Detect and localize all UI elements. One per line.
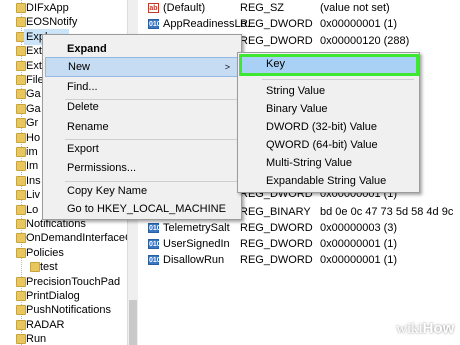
- folder-icon: [16, 219, 26, 229]
- folder-icon: [16, 334, 26, 345]
- folder-icon: [16, 161, 26, 172]
- folder-icon: [16, 204, 26, 215]
- menu-item-label: DWORD (32-bit) Value: [266, 121, 378, 133]
- folder-icon: [16, 132, 26, 143]
- folder-icon: [16, 247, 26, 258]
- submenu-item-string-value[interactable]: String Value: [240, 82, 417, 100]
- folder-icon: [16, 319, 26, 330]
- folder-icon: [30, 262, 40, 273]
- folder-icon: [16, 60, 26, 71]
- watermark-prefix: wiki: [396, 321, 423, 337]
- folder-icon: [16, 276, 26, 287]
- menu-item-label: Key: [266, 58, 285, 70]
- menu-item-goto-hklm[interactable]: Go to HKEY_LOCAL_MACHINE: [45, 199, 239, 219]
- string-value-icon: ab: [148, 3, 159, 13]
- folder-icon: [16, 190, 26, 201]
- value-row[interactable]: ab (Default) REG_SZ (value not set): [140, 0, 460, 16]
- value-name: UserSignedIn: [163, 238, 230, 250]
- value-type: REG_DWORD: [240, 254, 313, 266]
- menu-item-label: String Value: [266, 85, 326, 97]
- value-data: 0x00000003 (3): [320, 222, 398, 234]
- menu-item-rename[interactable]: Rename: [45, 117, 239, 137]
- folder-icon: [16, 46, 26, 57]
- value-name: DisallowRun: [163, 254, 225, 266]
- menu-item-label: Rename: [67, 121, 109, 133]
- scrollbar-thumb[interactable]: [129, 300, 137, 345]
- menu-item-delete[interactable]: Delete: [45, 97, 239, 117]
- value-type: REG_BINARY: [240, 206, 311, 218]
- folder-icon: [16, 17, 26, 28]
- value-data: 0x00000001 (1): [320, 238, 398, 250]
- watermark-suffix: How: [422, 320, 455, 337]
- new-submenu: Key String Value Binary Value DWORD (32-…: [237, 52, 420, 193]
- folder-icon: [16, 103, 26, 114]
- value-type: REG_SZ: [240, 2, 285, 14]
- tree-item-label: Run: [26, 333, 47, 345]
- submenu-item-multi-string-value[interactable]: Multi-String Value: [240, 154, 417, 172]
- value-data: (value not set): [320, 2, 390, 14]
- menu-separator: [262, 79, 414, 80]
- value-type: REG_DWORD: [240, 18, 313, 30]
- menu-item-label: Expand: [67, 43, 107, 55]
- submenu-item-expandable-string-value[interactable]: Expandable String Value: [240, 172, 417, 190]
- folder-icon: [16, 291, 26, 301]
- menu-item-label: New: [68, 61, 91, 73]
- folder-icon: [16, 3, 26, 13]
- value-data: 0x00000001 (1): [320, 254, 398, 266]
- binary-value-icon: 010: [148, 19, 161, 29]
- wikihow-watermark: wikiHow: [396, 320, 454, 338]
- menu-item-label: Export: [67, 143, 99, 155]
- menu-item-copy-key-name[interactable]: Copy Key Name: [45, 181, 239, 201]
- menu-item-label: Binary Value: [266, 103, 328, 115]
- binary-value-icon: 010: [148, 239, 161, 249]
- menu-item-expand[interactable]: Expand: [45, 39, 239, 59]
- value-row[interactable]: 010 AppReadinessLo... REG_DWORD 0x00000001 …: [140, 16, 460, 32]
- menu-item-label: Copy Key Name: [67, 185, 148, 197]
- context-menu: Expand New > Find... Delete Rename Export…: [42, 34, 242, 220]
- menu-item-label: QWORD (64-bit) Value: [266, 139, 378, 151]
- binary-value-icon: 010: [148, 223, 161, 233]
- folder-icon: [16, 89, 26, 100]
- menu-item-label: Delete: [67, 101, 99, 113]
- binary-value-icon: 010: [148, 255, 161, 265]
- submenu-item-key[interactable]: Key: [239, 54, 419, 76]
- folder-icon: [16, 75, 26, 85]
- folder-icon: [16, 175, 26, 186]
- folder-icon: [16, 147, 26, 157]
- folder-icon: [16, 118, 26, 129]
- menu-item-label: Go to HKEY_LOCAL_MACHINE: [67, 203, 226, 215]
- value-type: REG_DWORD: [240, 35, 313, 47]
- submenu-item-dword-value[interactable]: DWORD (32-bit) Value: [240, 118, 417, 136]
- value-row[interactable]: 010 DisallowRun REG_DWORD 0x00000001 (1): [140, 252, 460, 268]
- value-type: REG_DWORD: [240, 222, 313, 234]
- folder-icon: [16, 233, 26, 244]
- value-data: 0x00000120 (288): [320, 35, 410, 47]
- menu-item-permissions[interactable]: Permissions...: [45, 158, 239, 178]
- menu-item-label: Multi-String Value: [266, 157, 352, 169]
- value-name: TelemetrySalt: [163, 222, 230, 234]
- menu-item-export[interactable]: Export: [45, 139, 239, 159]
- menu-item-find[interactable]: Find...: [45, 77, 239, 97]
- submenu-arrow-icon: >: [224, 62, 230, 72]
- folder-icon: [16, 305, 26, 316]
- value-type: REG_DWORD: [240, 238, 313, 250]
- submenu-item-binary-value[interactable]: Binary Value: [240, 100, 417, 118]
- value-name: (Default): [163, 2, 206, 14]
- value-data: bd 0e 0c 47 73 5d 58 4d 9c: [320, 206, 454, 218]
- menu-item-label: Permissions...: [67, 162, 137, 174]
- menu-item-new[interactable]: New >: [45, 57, 239, 77]
- value-data: 0x00000001 (1): [320, 18, 398, 30]
- value-row[interactable]: 010 UserSignedIn REG_DWORD 0x00000001 (1): [140, 236, 460, 252]
- value-row[interactable]: 010 TelemetrySalt REG_DWORD 0x00000003 (3): [140, 220, 460, 236]
- submenu-item-qword-value[interactable]: QWORD (64-bit) Value: [240, 136, 417, 154]
- menu-item-label: Find...: [67, 81, 98, 93]
- menu-item-label: Expandable String Value: [266, 175, 387, 187]
